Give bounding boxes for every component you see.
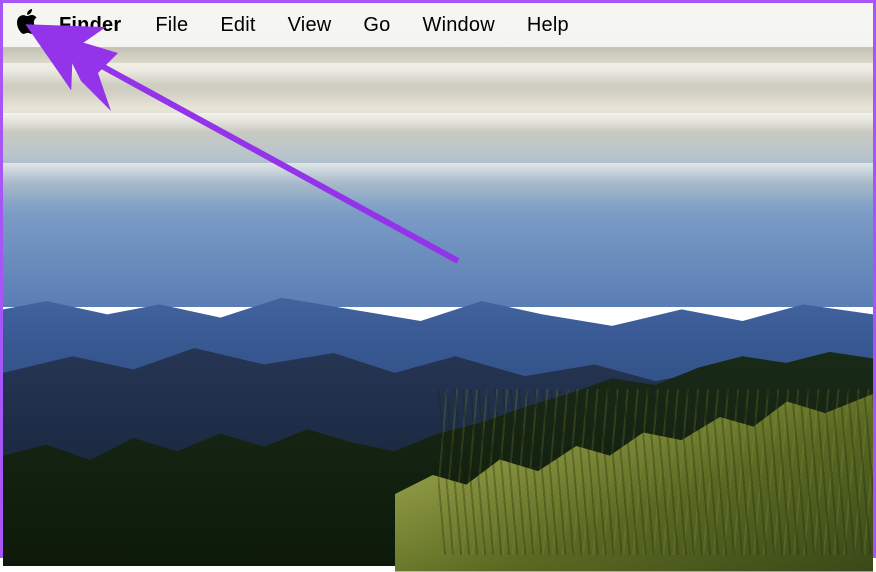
cloud-band [3,113,873,153]
menu-edit[interactable]: Edit [204,14,271,37]
tree-texture [438,389,873,555]
menu-bar: Finder File Edit View Go Window Help [3,3,873,47]
menu-help[interactable]: Help [511,14,585,37]
apple-logo-icon [17,9,39,41]
app-menu-finder[interactable]: Finder [59,14,139,37]
sky-background [3,3,873,307]
cloud-band [3,163,873,203]
desktop-wallpaper [3,3,873,555]
menu-go[interactable]: Go [347,14,406,37]
cloud-band [3,63,873,103]
menu-window[interactable]: Window [407,14,511,37]
apple-menu[interactable] [17,9,39,41]
menu-view[interactable]: View [272,14,348,37]
menu-file[interactable]: File [139,14,204,37]
